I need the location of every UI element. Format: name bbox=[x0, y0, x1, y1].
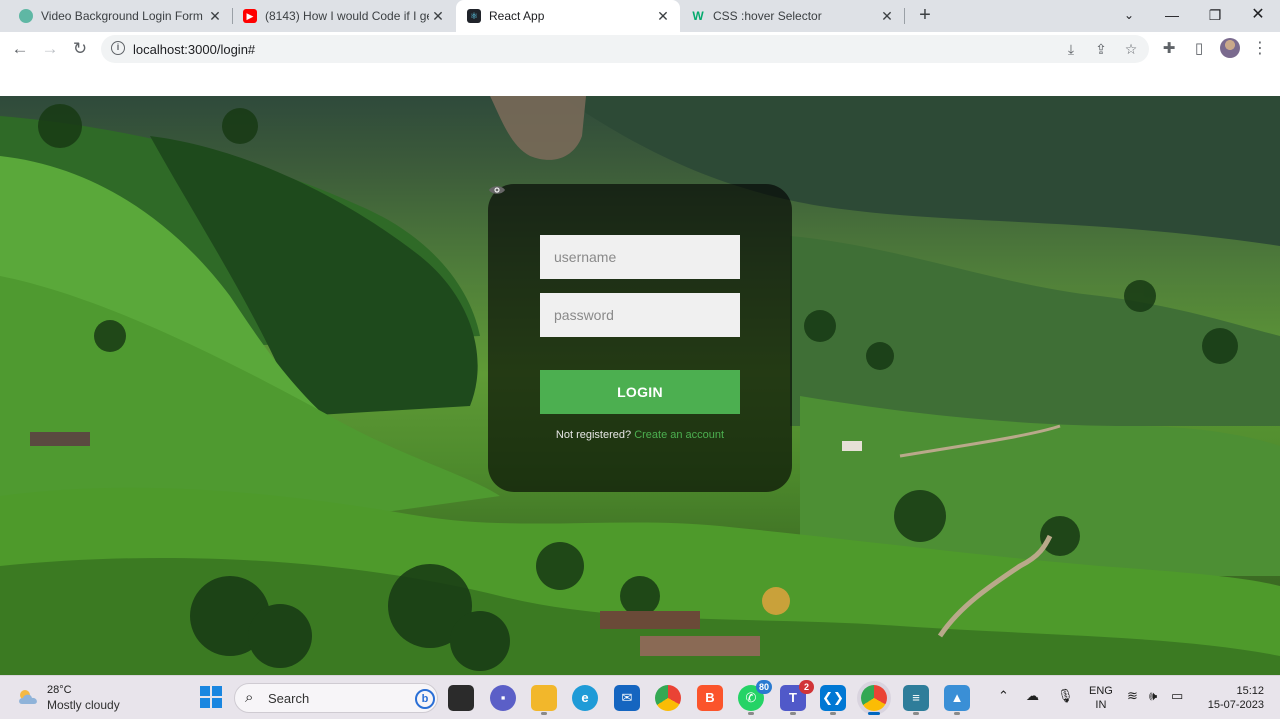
password-input[interactable] bbox=[540, 293, 740, 337]
show-hidden-icons-chevron-icon[interactable]: ⌃ bbox=[998, 688, 1009, 704]
cloud-weather-icon[interactable] bbox=[16, 687, 42, 707]
close-tab-icon[interactable]: ✕ bbox=[878, 8, 896, 25]
search-placeholder: Search bbox=[268, 691, 310, 706]
taskbar-search[interactable]: ⌕ Search b bbox=[234, 683, 438, 713]
language-code: ENG bbox=[1089, 685, 1113, 697]
codepen-favicon-icon bbox=[19, 9, 33, 23]
install-app-icon[interactable]: ⤓ bbox=[1061, 39, 1081, 59]
tab-w3schools[interactable]: W CSS :hover Selector ✕ bbox=[680, 0, 904, 32]
brave-icon[interactable]: B bbox=[697, 685, 723, 711]
browser-toolbar: ← → ↻ i localhost:3000/login# ⤓ ⇪ ☆ ✚ ▯ … bbox=[0, 32, 1280, 66]
register-text: Not registered? bbox=[555, 429, 632, 441]
windows-taskbar: 28°C Mostly cloudy ⌕ Search b ▪ e ✉ B ✆ … bbox=[0, 675, 1280, 719]
task-view-icon[interactable] bbox=[448, 685, 474, 711]
close-tab-icon[interactable]: ✕ bbox=[429, 8, 447, 25]
whatsapp-icon[interactable]: ✆ 80 bbox=[738, 680, 772, 711]
new-tab-button[interactable]: + bbox=[914, 4, 936, 26]
mail-icon[interactable]: ✉ bbox=[614, 685, 640, 711]
teams-badge: 2 bbox=[799, 680, 814, 694]
tab-title: (8143) How I would Code if I get bbox=[265, 9, 429, 23]
register-prompt: Not registered? Create an account bbox=[488, 429, 792, 441]
running-indicator bbox=[790, 712, 796, 715]
tab-title: Video Background Login Form bbox=[41, 9, 203, 23]
vscode-icon[interactable]: ❮❯ bbox=[820, 685, 846, 711]
battery-icon[interactable]: ▭ bbox=[1171, 688, 1183, 704]
username-input[interactable] bbox=[540, 235, 740, 279]
system-clock[interactable]: 15:12 15-07-2023 bbox=[1200, 684, 1264, 712]
search-icon: ⌕ bbox=[245, 689, 254, 706]
url-text[interactable]: localhost:3000/login# bbox=[133, 42, 255, 57]
clock-date: 15-07-2023 bbox=[1207, 699, 1264, 711]
volume-icon[interactable]: 🕪 bbox=[1149, 688, 1157, 704]
tab-react-app[interactable]: ⚛ React App ✕ bbox=[456, 0, 680, 32]
tab-video-login[interactable]: Video Background Login Form ✕ bbox=[0, 0, 232, 32]
forward-button[interactable]: → bbox=[38, 37, 62, 61]
back-button[interactable]: ← bbox=[8, 37, 32, 61]
wifi-icon[interactable]: ≋ bbox=[1127, 688, 1138, 704]
tab-search-chevron-icon[interactable]: ⌄ bbox=[1109, 0, 1149, 32]
w3schools-favicon-icon: W bbox=[692, 9, 704, 23]
create-account-link[interactable]: Create an account bbox=[634, 429, 724, 441]
site-info-icon[interactable]: i bbox=[111, 41, 125, 55]
running-indicator bbox=[541, 712, 547, 715]
close-tab-icon[interactable]: ✕ bbox=[206, 8, 224, 25]
login-button[interactable]: LOGIN bbox=[540, 370, 740, 414]
tab-separator bbox=[904, 8, 905, 24]
landscape-background-image: LOGIN Not registered? Create an account bbox=[0, 96, 1280, 675]
active-indicator bbox=[868, 712, 880, 715]
clock-time: 15:12 bbox=[1236, 685, 1264, 697]
running-indicator bbox=[748, 712, 754, 715]
side-panel-icon[interactable]: ▯ bbox=[1187, 37, 1211, 61]
bing-icon[interactable]: b bbox=[415, 689, 435, 709]
chrome-icon[interactable] bbox=[655, 685, 681, 711]
teams-icon[interactable]: T 2 bbox=[780, 680, 814, 711]
extensions-puzzle-icon[interactable]: ✚ bbox=[1157, 37, 1181, 61]
page-viewport: LOGIN Not registered? Create an account bbox=[0, 66, 1280, 675]
whatsapp-badge: 80 bbox=[755, 680, 772, 694]
minimize-button[interactable]: — bbox=[1152, 0, 1192, 32]
onedrive-cloud-icon[interactable]: ☁ bbox=[1026, 688, 1039, 704]
profile-avatar[interactable] bbox=[1220, 38, 1240, 58]
tab-strip: Video Background Login Form ✕ ▶ (8143) H… bbox=[0, 0, 1280, 32]
running-indicator bbox=[954, 712, 960, 715]
photos-icon[interactable]: ▲ bbox=[944, 685, 970, 711]
address-bar[interactable]: i localhost:3000/login# ⤓ ⇪ ☆ bbox=[101, 35, 1149, 63]
youtube-favicon-icon: ▶ bbox=[243, 9, 257, 23]
tab-title: CSS :hover Selector bbox=[713, 9, 822, 23]
bookmark-star-icon[interactable]: ☆ bbox=[1121, 39, 1141, 59]
edge-icon[interactable]: e bbox=[572, 685, 598, 711]
language-indicator[interactable]: ENG IN bbox=[1089, 684, 1113, 712]
login-card: LOGIN Not registered? Create an account bbox=[488, 184, 792, 492]
mic-muted-icon[interactable]: 🎙 bbox=[1057, 688, 1074, 704]
menu-kebab-icon[interactable]: ⋮ bbox=[1248, 37, 1272, 61]
share-icon[interactable]: ⇪ bbox=[1091, 39, 1111, 59]
react-favicon-icon: ⚛ bbox=[467, 9, 481, 23]
close-tab-icon[interactable]: ✕ bbox=[654, 8, 672, 25]
show-password-eye-icon[interactable] bbox=[488, 184, 506, 196]
weather-description[interactable]: Mostly cloudy bbox=[47, 698, 120, 712]
restore-button[interactable]: ❐ bbox=[1195, 0, 1235, 32]
running-indicator bbox=[830, 712, 836, 715]
tab-title: React App bbox=[489, 9, 545, 23]
weather-temperature[interactable]: 28°C bbox=[47, 684, 72, 696]
notepad-icon[interactable]: ≡ bbox=[903, 685, 929, 711]
close-window-button[interactable]: ✕ bbox=[1238, 0, 1278, 32]
tab-youtube[interactable]: ▶ (8143) How I would Code if I get ✕ bbox=[233, 0, 455, 32]
file-explorer-icon[interactable] bbox=[531, 685, 557, 711]
teams-chat-icon[interactable]: ▪ bbox=[490, 685, 516, 711]
chrome-active-icon[interactable] bbox=[861, 685, 887, 711]
region-code: IN bbox=[1095, 699, 1107, 711]
reload-button[interactable]: ↻ bbox=[68, 37, 92, 61]
start-windows-icon[interactable] bbox=[200, 686, 222, 708]
running-indicator bbox=[913, 712, 919, 715]
